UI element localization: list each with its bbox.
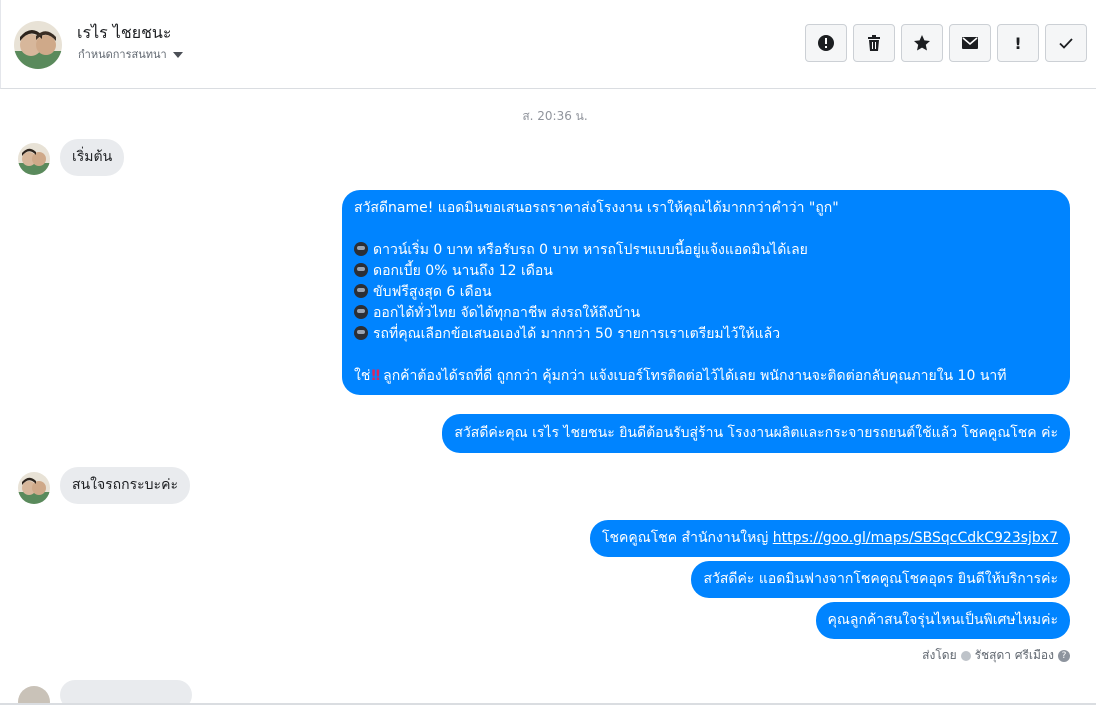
mark-unread-button[interactable]	[949, 24, 991, 62]
double-exclamation-icon: !!	[370, 368, 381, 384]
check-icon	[1059, 38, 1073, 49]
mark-spam-button[interactable]	[805, 24, 847, 62]
sent-by-label: ส่งโดย	[922, 648, 957, 662]
follow-up-label: !	[1014, 33, 1022, 53]
follow-up-button[interactable]: !	[997, 24, 1039, 62]
contact-avatar-small	[18, 143, 50, 175]
message-bubble-incoming-partial	[60, 680, 192, 705]
message-bubble-outgoing: โชคคูณโชค สำนักงานใหญ่ https://goo.gl/ma…	[589, 520, 1070, 557]
message-bubble-outgoing: สวัสดีname! แอดมินขอเสนอรถราคาส่งโรงงาน …	[342, 190, 1070, 395]
star-button[interactable]	[901, 24, 943, 62]
message-line: ขับฟรีสูงสุด 6 เดือน	[354, 282, 1058, 303]
contact-avatar[interactable]	[14, 21, 62, 69]
message-bubble-incoming: สนใจรถกระบะค่ะ	[60, 467, 190, 504]
star-icon	[914, 35, 930, 51]
sent-by-info: ส่งโดย รัชสุดา ศรีเมือง ?	[922, 646, 1070, 665]
alert-circle-icon	[818, 35, 834, 51]
message-line: สวัสดีname! แอดมินขอเสนอรถราคาส่งโรงงาน …	[354, 200, 839, 216]
message-line: ออกได้ทั่วไทย จัดได้ทุกอาชีพ ส่งรถให้ถึง…	[354, 303, 1058, 324]
car-emoji-icon	[354, 263, 368, 277]
message-bubble-outgoing: คุณลูกค้าสนใจรุ่นไหนเป็นพิเศษไหมค่ะ	[815, 602, 1070, 639]
message-line: รถที่คุณเลือกข้อเสนอเองได้ มากกว่า 50 รา…	[354, 324, 1058, 345]
caret-down-icon	[172, 51, 183, 58]
car-emoji-icon	[354, 326, 368, 340]
mark-done-button[interactable]	[1045, 24, 1087, 62]
contact-name: เรไร ไชยชนะ	[77, 23, 172, 42]
car-emoji-icon	[354, 284, 368, 298]
conversation-header: เรไร ไชยชนะ กำหนดการสนทนา !	[0, 0, 1096, 89]
message-bubble-incoming: เริ่มต้น	[60, 139, 125, 176]
delete-button[interactable]	[853, 24, 895, 62]
assign-conversation-dropdown[interactable]: กำหนดการสนทนา	[78, 45, 183, 63]
message-line: ดอกเบี้ย 0% นานถึง 12 เดือน	[354, 261, 1058, 282]
agent-avatar-icon	[960, 650, 971, 661]
map-link[interactable]: https://goo.gl/maps/SBSqcCdkC923sjbx7	[773, 530, 1058, 546]
message-line: ดาวน์เริ่ม 0 บาท หรือรับรถ 0 บาท หารถโปร…	[354, 240, 1058, 261]
car-emoji-icon	[354, 242, 368, 256]
assign-conversation-label: กำหนดการสนทนา	[78, 48, 167, 61]
mail-icon	[962, 37, 978, 49]
help-icon[interactable]: ?	[1058, 649, 1070, 662]
message-bubble-outgoing: สวัสดีค่ะคุณ เรไร ไชยชนะ ยินดีต้อนรับสู่…	[442, 414, 1070, 453]
message-line: ใช่!! ลูกค้าต้องได้รถที่ดี ถูกกว่า คุ้มกว…	[354, 368, 1007, 384]
sent-by-name: รัชสุดา ศรีเมือง	[974, 648, 1054, 662]
contact-avatar-small	[18, 472, 50, 504]
car-emoji-icon	[354, 305, 368, 319]
trash-icon	[868, 35, 880, 51]
conversation-timestamp: ส. 20:36 น.	[522, 109, 588, 123]
message-bubble-outgoing: สวัสดีค่ะ แอดมินฟางจากโชคคูณโชคอุดร ยินด…	[691, 561, 1070, 598]
conversation-toolbar: !	[805, 24, 1087, 62]
